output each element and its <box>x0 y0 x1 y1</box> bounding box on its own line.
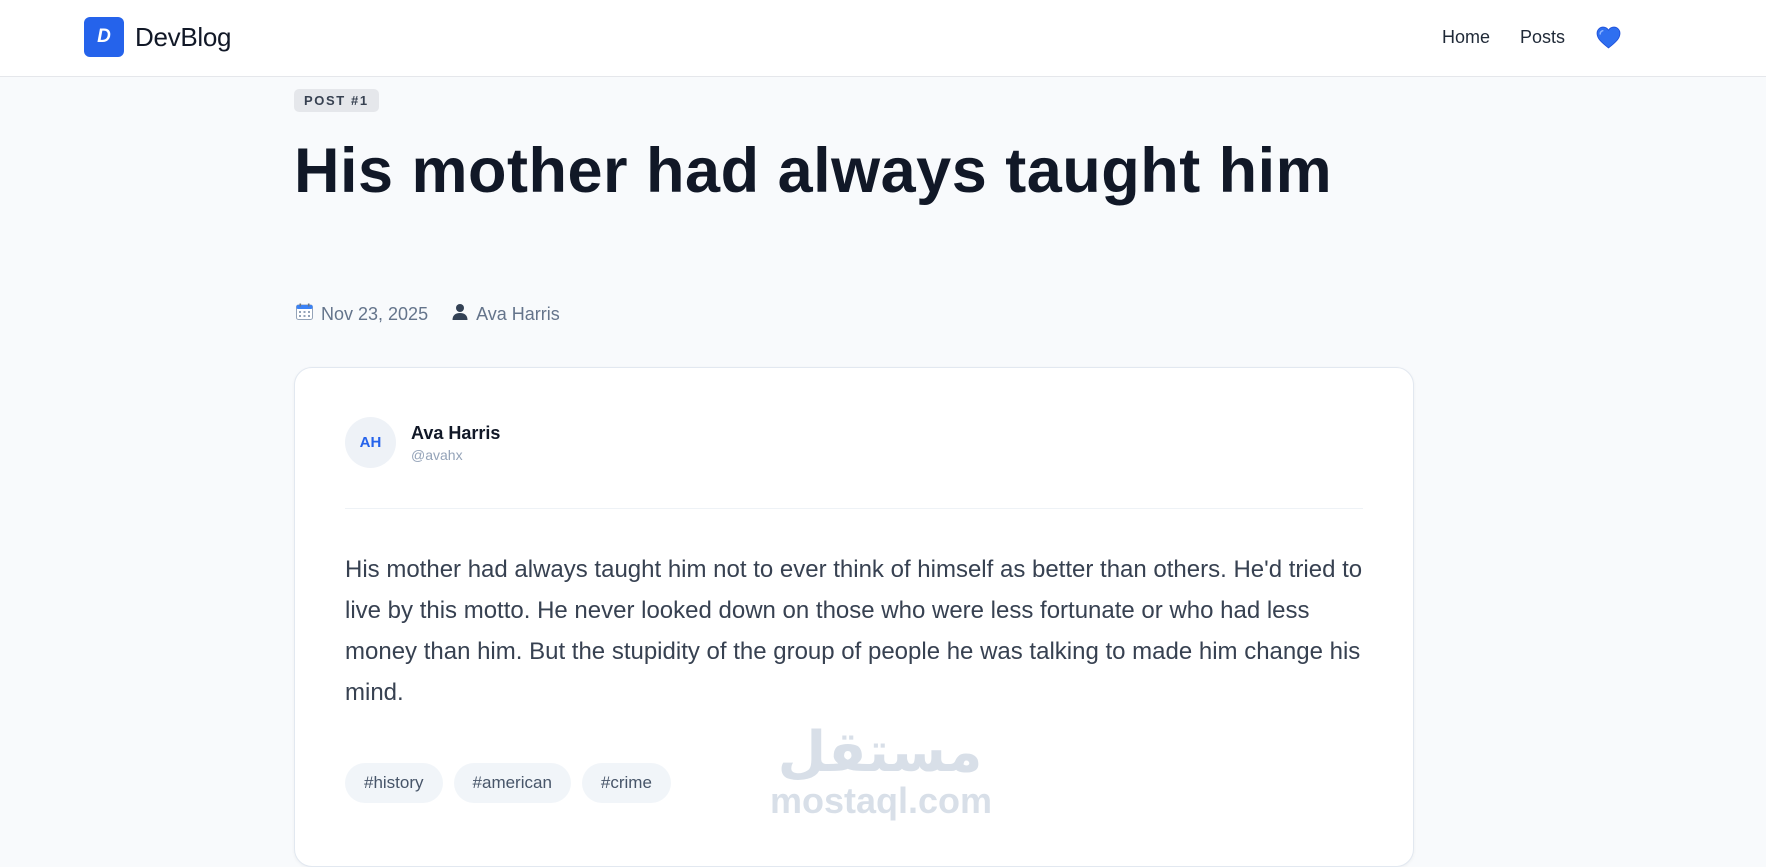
brand-link[interactable]: D DevBlog <box>84 17 231 57</box>
post-meta: Nov 23, 2025 Ava Harris <box>296 303 560 325</box>
post-card: AH Ava Harris @avahx His mother had alwa… <box>294 367 1414 867</box>
post-date-text: Nov 23, 2025 <box>321 303 429 324</box>
calendar-icon <box>296 303 313 325</box>
post-title: His mother had always taught him <box>294 136 1333 206</box>
main-nav: Home Posts <box>1442 24 1621 50</box>
tag-history[interactable]: #history <box>345 763 443 803</box>
post-number-badge: POST #1 <box>294 89 379 112</box>
author-handle: @avahx <box>411 446 463 463</box>
avatar[interactable]: AH <box>345 417 396 468</box>
post-date: Nov 23, 2025 <box>296 303 428 325</box>
nav-link-posts[interactable]: Posts <box>1520 27 1565 48</box>
tag-crime[interactable]: #crime <box>581 763 671 803</box>
brand-logo-icon: D <box>84 17 124 57</box>
tag-list: #history #american #crime <box>345 763 671 803</box>
divider <box>345 508 1363 509</box>
post-author[interactable]: Ava Harris <box>452 303 560 325</box>
brand-name: DevBlog <box>135 21 232 52</box>
tag-american[interactable]: #american <box>453 763 571 803</box>
post-author-name: Ava Harris <box>476 303 560 324</box>
user-icon <box>452 303 468 325</box>
author-info: Ava Harris @avahx <box>411 423 500 463</box>
author-block: AH Ava Harris @avahx <box>345 417 500 468</box>
post-body: His mother had always taught him not to … <box>345 556 1363 706</box>
nav-link-home[interactable]: Home <box>1442 27 1490 48</box>
top-navigation-bar: D DevBlog Home Posts <box>0 0 1766 77</box>
blue-heart-icon[interactable] <box>1595 24 1621 50</box>
author-name[interactable]: Ava Harris <box>411 423 500 444</box>
